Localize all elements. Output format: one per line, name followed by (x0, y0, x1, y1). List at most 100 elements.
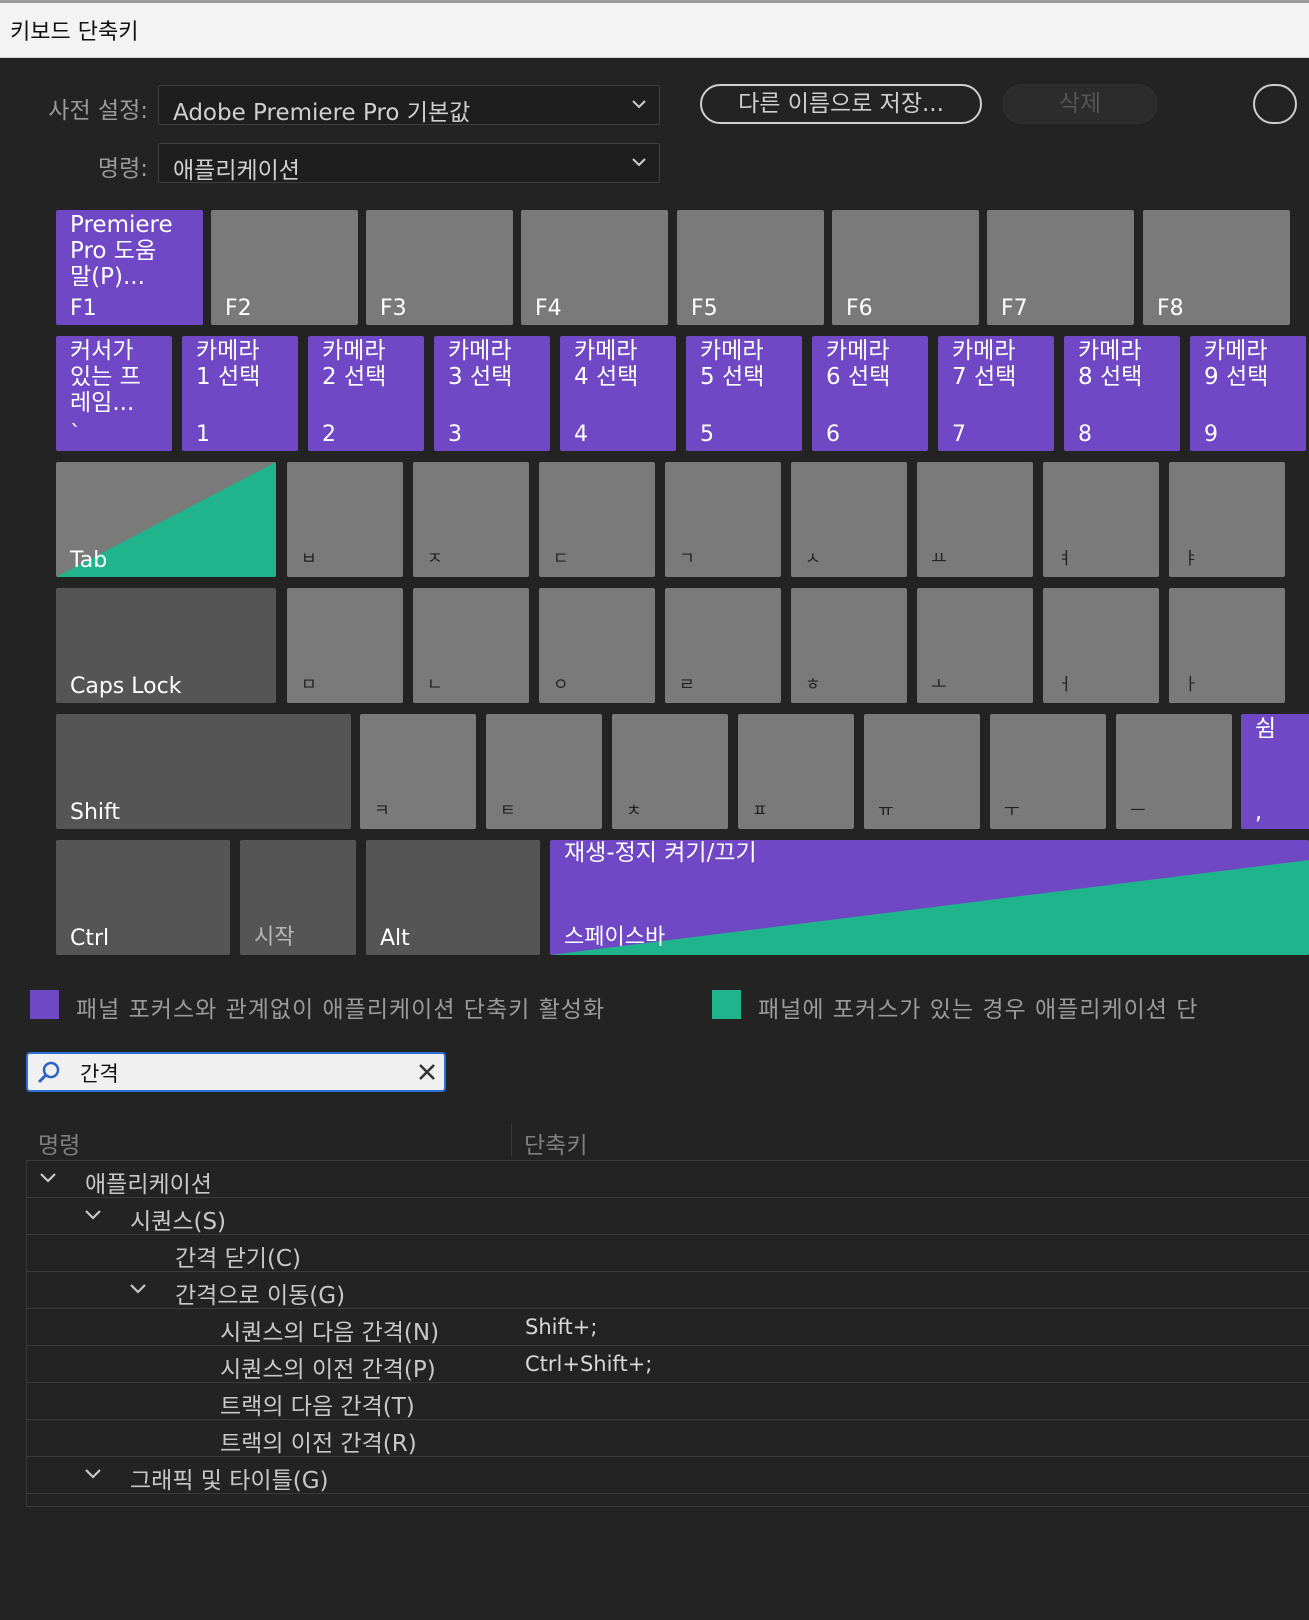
key-cap-label: ㅎ (805, 675, 821, 695)
key-cap-label: F3 (380, 296, 407, 321)
key-letter[interactable]: ㅛ (917, 462, 1033, 577)
chevron-down-icon[interactable] (84, 1465, 102, 1483)
key-comma[interactable]: 쉼, (1241, 714, 1309, 829)
tree-row-shortcut[interactable]: Ctrl+Shift+; (525, 1352, 652, 1376)
key-3[interactable]: 카메라 3 선택 3 (434, 336, 550, 451)
save-as-button[interactable]: 다른 이름으로 저장... (700, 84, 982, 124)
key-4[interactable]: 카메라 4 선택 4 (560, 336, 676, 451)
key-cap-label: 7 (952, 422, 966, 447)
key-8[interactable]: 카메라 8 선택 8 (1064, 336, 1180, 451)
tree-row-command: 간격으로 이동(G) (175, 1283, 346, 1309)
key-cap-label: 3 (448, 422, 462, 447)
key-letter[interactable]: ㅋ (360, 714, 476, 829)
key-letter[interactable]: ㅠ (864, 714, 980, 829)
key-letter[interactable]: ㅏ (1169, 588, 1285, 703)
tree-row[interactable]: 시퀀스의 다음 간격(N) Shift+; (27, 1309, 1309, 1346)
key-f8[interactable]: F8 (1143, 210, 1290, 325)
key-9[interactable]: 카메라 9 선택 9 (1190, 336, 1306, 451)
chevron-down-icon[interactable] (84, 1206, 102, 1224)
key-cap-label: ㅛ (931, 549, 947, 569)
key-7[interactable]: 카메라 7 선택 7 (938, 336, 1054, 451)
key-2[interactable]: 카메라 2 선택 2 (308, 336, 424, 451)
key-letter[interactable]: ㅗ (917, 588, 1033, 703)
key-cap-label: ㅊ (626, 801, 642, 821)
key-caps-lock[interactable]: Caps Lock (56, 588, 276, 703)
key-letter[interactable]: ㅈ (413, 462, 529, 577)
key-letter[interactable]: ㄷ (539, 462, 655, 577)
key-letter[interactable]: ㅁ (287, 588, 403, 703)
clear-button-partial[interactable] (1253, 84, 1297, 124)
key-shift[interactable]: Shift (56, 714, 351, 829)
key-letter[interactable]: ㅎ (791, 588, 907, 703)
key-alt[interactable]: Alt (366, 840, 540, 955)
key-letter[interactable]: ㅍ (738, 714, 854, 829)
key-letter[interactable]: ㅊ (612, 714, 728, 829)
tree-row[interactable]: 간격으로 이동(G) (27, 1272, 1309, 1309)
key-ctrl[interactable]: Ctrl (56, 840, 230, 955)
key-f3[interactable]: F3 (366, 210, 513, 325)
key-letter[interactable]: ㅑ (1169, 462, 1285, 577)
column-header-command[interactable]: 명령 (38, 1126, 80, 1160)
tree-row[interactable]: 시퀀스(S) (27, 1198, 1309, 1235)
key-spacebar[interactable]: 재생-정지 켜기/끄기 스페이스바 (550, 840, 1309, 955)
tree-row[interactable]: 간격 닫기(C) (27, 1235, 1309, 1272)
key-letter[interactable]: ㅂ (287, 462, 403, 577)
tree-row[interactable]: 시퀀스의 이전 간격(P) Ctrl+Shift+; (27, 1346, 1309, 1383)
search-input[interactable]: 간격 (80, 1058, 119, 1088)
key-cap-label: ` (70, 422, 81, 447)
column-header-shortcut[interactable]: 단축키 (524, 1126, 587, 1160)
chevron-down-icon[interactable] (39, 1169, 57, 1187)
tree-row[interactable]: 부품 (27, 1494, 1309, 1507)
key-letter[interactable]: ㅅ (791, 462, 907, 577)
key-cap-label: ㅂ (301, 549, 317, 569)
key-command-label: 카메라 6 선택 (826, 338, 891, 390)
chevron-down-icon[interactable] (129, 1280, 147, 1298)
key-letter[interactable]: ㅕ (1043, 462, 1159, 577)
key-cap-label: Alt (380, 926, 410, 951)
key-letter[interactable]: ㅡ (1116, 714, 1232, 829)
tree-row-command: 시퀀스의 다음 간격(N) (220, 1320, 440, 1346)
key-cap-label: ㅌ (500, 801, 516, 821)
key-letter[interactable]: ㅓ (1043, 588, 1159, 703)
key-letter[interactable]: ㄴ (413, 588, 529, 703)
command-tree[interactable]: 애플리케이션 시퀀스(S) 간격 닫기(C) 간격으로 이동(G) 시퀀스의 다음 간격… (26, 1160, 1309, 1507)
key-1[interactable]: 카메라 1 선택 1 (182, 336, 298, 451)
search-field[interactable]: 간격 (26, 1052, 446, 1092)
close-icon[interactable] (416, 1061, 438, 1083)
preset-label: 사전 설정: (48, 98, 148, 124)
tree-row-command: 부품 (175, 1498, 217, 1506)
key-f6[interactable]: F6 (832, 210, 979, 325)
chevron-down-icon[interactable] (129, 1502, 147, 1507)
preset-select[interactable]: Adobe Premiere Pro 기본값 (158, 85, 660, 126)
key-tab[interactable]: Tab (56, 462, 276, 577)
key-letter[interactable]: ㄹ (665, 588, 781, 703)
key-letter[interactable]: ㄱ (665, 462, 781, 577)
key-letter[interactable]: ㅌ (486, 714, 602, 829)
key-backtick[interactable]: 커서가 있는 프 레임... ` (56, 336, 172, 451)
key-f4[interactable]: F4 (521, 210, 668, 325)
command-label: 명령: (97, 156, 148, 182)
key-cap-label: Shift (70, 800, 121, 825)
key-command-label: 카메라 1 선택 (196, 338, 261, 390)
key-6[interactable]: 카메라 6 선택 6 (812, 336, 928, 451)
key-5[interactable]: 카메라 5 선택 5 (686, 336, 802, 451)
key-cap-label: Tab (70, 548, 108, 573)
key-f1[interactable]: Premiere Pro 도움 말(P)... F1 (56, 210, 203, 325)
key-letter[interactable]: ㅇ (539, 588, 655, 703)
delete-button[interactable]: 삭제 (1002, 84, 1158, 124)
tree-row[interactable]: 그래픽 및 타이틀(G) (27, 1457, 1309, 1494)
key-f7[interactable]: F7 (987, 210, 1134, 325)
key-letter[interactable]: ㅜ (990, 714, 1106, 829)
tree-row-shortcut[interactable]: Shift+; (525, 1315, 597, 1339)
command-select[interactable]: 애플리케이션 (158, 143, 660, 184)
tree-row[interactable]: 트랙의 이전 간격(R) (27, 1420, 1309, 1457)
tree-row[interactable]: 트랙의 다음 간격(T) (27, 1383, 1309, 1420)
key-cap-label: ㅗ (931, 675, 947, 695)
key-f5[interactable]: F5 (677, 210, 824, 325)
key-f2[interactable]: F2 (211, 210, 358, 325)
column-divider[interactable] (511, 1124, 512, 1156)
key-command-label: 카메라 5 선택 (700, 338, 765, 390)
tree-row[interactable]: 애플리케이션 (27, 1161, 1309, 1198)
key-cap-label: 6 (826, 422, 840, 447)
key-start[interactable]: 시작 (240, 840, 356, 955)
